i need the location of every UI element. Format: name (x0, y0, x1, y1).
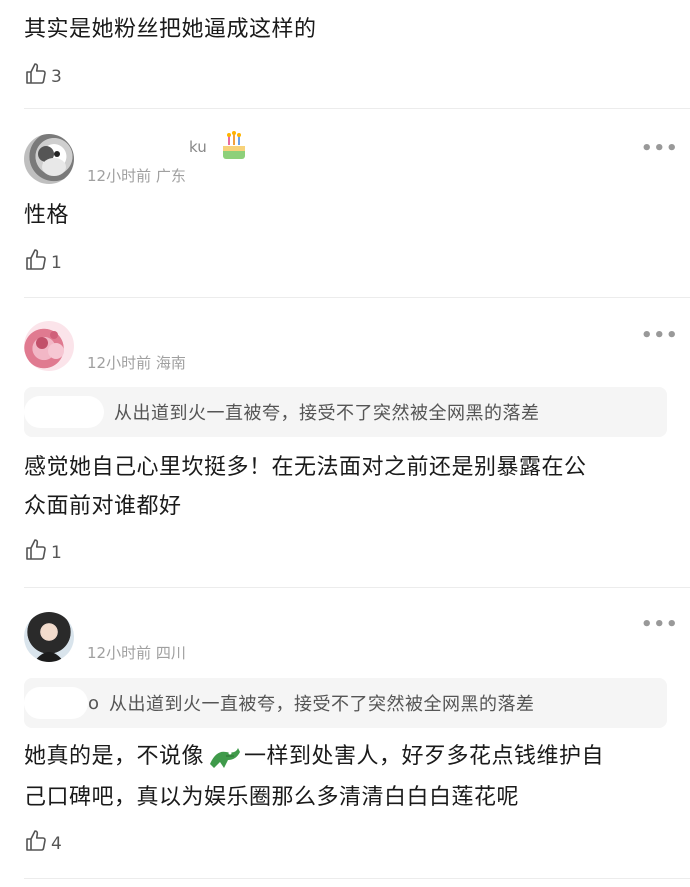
timestamp: 12小时前 (87, 644, 152, 662)
quote-author-fragment: o (88, 692, 100, 714)
quote-text: 从出道到火一直被夸，接受不了突然被全网黑的落差 (109, 694, 535, 715)
like-button[interactable]: 4 (24, 829, 62, 858)
thumbs-up-icon (24, 829, 48, 858)
region: 海南 (155, 354, 186, 372)
thumbs-up-icon (24, 248, 48, 277)
comment-meta: 12小时前 广东 (87, 165, 186, 186)
quote-text: 从出道到火一直被夸，接受不了突然被全网黑的落差 (114, 403, 540, 424)
region: 四川 (155, 644, 186, 662)
region: 广东 (155, 167, 186, 185)
comment-meta: 12小时前 海南 (87, 352, 186, 373)
comment-text-line-2: 众面前对谁都好 (24, 494, 182, 519)
username-mask (87, 616, 177, 642)
comment-text-line-1: 感觉她自己心里坎挺多！在无法面对之前还是别暴露在公 (24, 455, 587, 480)
more-dots-icon[interactable]: ••• (641, 325, 679, 346)
like-count: 3 (51, 66, 62, 87)
like-count: 1 (51, 252, 62, 273)
like-count: 1 (51, 542, 62, 563)
divider (24, 297, 690, 298)
timestamp: 12小时前 (87, 354, 152, 372)
avatar[interactable] (24, 134, 74, 184)
like-button[interactable]: 1 (24, 248, 62, 277)
avatar[interactable] (24, 321, 74, 371)
comment-text-part: 她真的是，不说像 (24, 744, 205, 769)
comment-text: 性格 (24, 203, 70, 228)
divider (24, 587, 690, 588)
like-count: 4 (51, 833, 62, 854)
comment-text-line-1: 她真的是，不说像 一样到处害人，好歹多花点钱维护自 (24, 739, 604, 775)
comment-meta: 12小时前 四川 (87, 642, 186, 663)
comment-text: 其实是她粉丝把她逼成这样的 (24, 17, 317, 42)
quote-author-mask (24, 396, 104, 428)
timestamp: 12小时前 (87, 167, 152, 185)
quote-author-mask (24, 687, 88, 719)
more-dots-icon[interactable]: ••• (641, 138, 679, 159)
more-dots-icon[interactable]: ••• (641, 614, 679, 635)
divider (24, 878, 690, 879)
comment-text-part: 一样到处害人，好歹多花点钱维护自 (244, 744, 605, 769)
quoted-reply[interactable]: o 从出道到火一直被夸，接受不了突然被全网黑的落差 (24, 678, 667, 728)
like-button[interactable]: 3 (24, 62, 62, 91)
username-mask (189, 320, 225, 346)
thumbs-up-icon (24, 62, 48, 91)
avatar[interactable] (24, 612, 74, 662)
crocodile-emoji-icon (206, 742, 242, 772)
username[interactable]: ku (189, 138, 207, 156)
thumbs-up-icon (24, 538, 48, 567)
like-button[interactable]: 1 (24, 538, 62, 567)
cake-badge-icon (220, 130, 248, 166)
divider (24, 108, 690, 109)
comment-text-line-2: 己口碑吧，真以为娱乐圈那么多清清白白白莲花呢 (24, 785, 520, 810)
quoted-reply[interactable]: 从出道到火一直被夸，接受不了突然被全网黑的落差 (24, 387, 667, 437)
